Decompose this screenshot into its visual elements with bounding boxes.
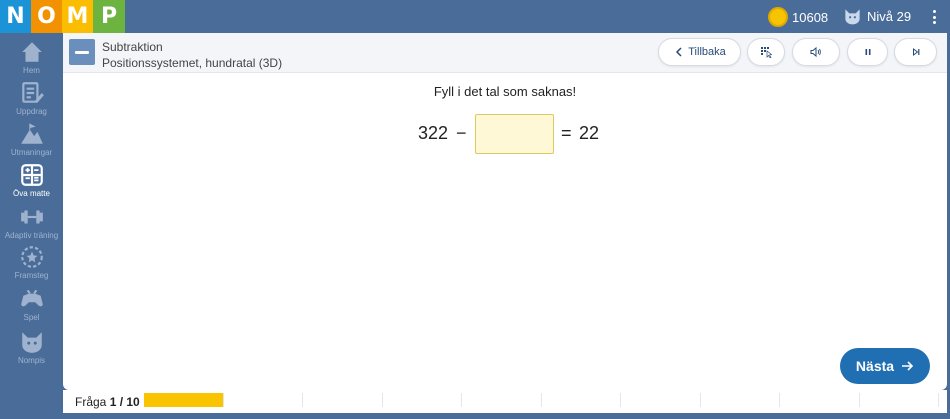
equation: 322 − = 22 (63, 114, 947, 154)
progress-segment (542, 393, 621, 407)
progress-segment (701, 393, 780, 407)
sidebar-item-label: Spel (23, 313, 40, 322)
logo-letter-p: P (93, 0, 125, 33)
coin-icon (768, 7, 788, 27)
progress-segment (462, 393, 542, 407)
sidebar-item-label: Hem (23, 66, 40, 75)
question-number: 1 / 10 (109, 395, 140, 409)
sidebar-item-label: Adaptiv träning (4, 231, 59, 240)
left-operand: 322 (418, 123, 449, 143)
chevron-left-icon (676, 47, 682, 57)
top-bar: N O M P 10608 Nivå 29 (0, 0, 950, 33)
subtraction-icon (69, 39, 95, 65)
clipboard-pencil-icon (21, 82, 44, 103)
result-value: 22 (579, 123, 600, 143)
coin-balance[interactable]: 10608 (768, 7, 828, 27)
more-menu-icon[interactable] (928, 7, 940, 27)
level-indicator[interactable]: Nivå 29 (843, 7, 911, 26)
progress-segment (860, 393, 939, 407)
back-button[interactable]: Tillbaka (658, 38, 741, 66)
progress-segment (780, 393, 860, 407)
dumbbell-icon (20, 210, 43, 224)
progress-segment (621, 393, 701, 407)
exercise-card: Subtraktion Positionssystemet, hundratal… (63, 33, 947, 390)
cat-face-icon (845, 9, 860, 25)
sidebar: Hem Uppdrag Utmaningar Öva matte Adaptiv… (0, 33, 63, 419)
gamepad-icon (20, 289, 43, 307)
sidebar-item-framsteg[interactable]: Framsteg (0, 244, 63, 280)
question-label: Fråga (75, 395, 107, 409)
equals-sign: = (561, 123, 572, 143)
progress-segment (144, 393, 224, 407)
progress-segment (303, 393, 383, 407)
back-button-label: Tillbaka (688, 46, 726, 58)
next-button[interactable]: Nästa (840, 348, 930, 384)
sidebar-item-label: Nompis (17, 356, 46, 365)
operator-minus: − (456, 123, 467, 143)
sidebar-item-hem[interactable]: Hem (0, 39, 63, 75)
coin-count: 10608 (792, 9, 829, 25)
keypad-button[interactable] (747, 38, 785, 66)
progress-segment (224, 393, 303, 407)
star-circle-icon (20, 246, 43, 268)
keypad-pointer-icon (761, 47, 772, 58)
logo-letter-m: M (62, 0, 93, 33)
progress-segment (383, 393, 462, 407)
nomp-logo[interactable]: N O M P (0, 0, 125, 33)
arrow-right-icon (902, 361, 914, 371)
exercise-header: Subtraktion Positionssystemet, hundratal… (63, 33, 947, 73)
sidebar-item-adaptiv-traning[interactable]: Adaptiv träning (0, 204, 63, 240)
skip-button[interactable] (894, 38, 937, 66)
pause-icon (865, 49, 870, 55)
speaker-icon (810, 46, 821, 58)
home-icon (21, 42, 42, 62)
sidebar-item-label: Utmaningar (10, 148, 53, 157)
sidebar-item-label: Uppdrag (16, 107, 47, 116)
sidebar-item-uppdrag[interactable]: Uppdrag (0, 80, 63, 116)
skip-forward-icon (912, 48, 919, 56)
next-button-label: Nästa (855, 358, 895, 374)
question-counter: Fråga 1 / 10 (75, 395, 140, 409)
topic-title: Subtraktion (102, 40, 163, 54)
progress-bar (144, 393, 939, 407)
sidebar-item-ova-matte[interactable]: Öva matte (0, 162, 63, 198)
sidebar-item-spel[interactable]: Spel (0, 286, 63, 322)
sidebar-item-label: Öva matte (13, 189, 50, 198)
answer-input[interactable] (475, 114, 554, 154)
logo-letter-o: O (31, 0, 62, 33)
sidebar-item-nompis[interactable]: Nompis (0, 329, 63, 365)
exercise-prompt: Fyll i det tal som saknas! (433, 84, 577, 99)
mountain-icon (20, 123, 43, 144)
level-label: Nivå 29 (867, 9, 912, 24)
sidebar-item-utmaningar[interactable]: Utmaningar (0, 121, 63, 157)
logo-letter-n: N (0, 0, 31, 33)
sidebar-item-label: Framsteg (14, 271, 49, 280)
cat-face-icon (21, 332, 42, 353)
progress-footer: Fråga 1 / 10 (63, 390, 947, 413)
sound-button[interactable] (792, 38, 840, 66)
pause-button[interactable] (847, 38, 888, 66)
calculator-icon (20, 164, 43, 186)
subtopic-title: Positionssystemet, hundratal (3D) (102, 56, 283, 70)
